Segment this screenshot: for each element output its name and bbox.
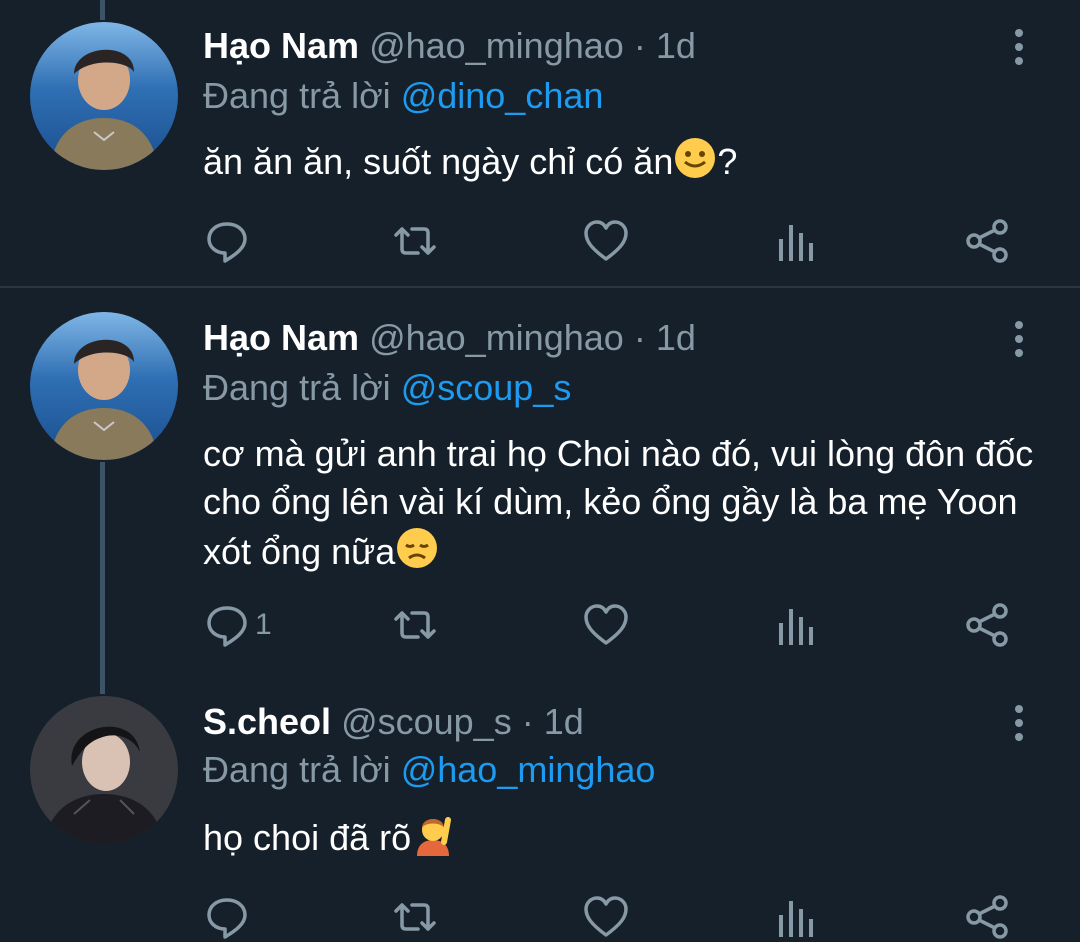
disappointed-face-icon [395,526,439,582]
user-handle[interactable]: @hao_minghao [369,317,624,358]
tweet-header: S.cheol @scoup_s · 1d [203,700,584,744]
like-button[interactable] [583,892,629,942]
avatar[interactable] [30,696,178,844]
analytics-button[interactable] [776,892,816,942]
slightly-smiling-face-icon [673,136,717,192]
tweet[interactable]: Hạo Nam @hao_minghao · 1d Đang trả lời @… [0,0,1080,288]
tweet-actions [0,216,1080,266]
share-button[interactable] [964,216,1010,266]
display-name[interactable]: Hạo Nam [203,317,359,358]
tweet-text-suffix: ? [717,141,738,182]
tweet[interactable]: S.cheol @scoup_s · 1d Đang trả lời @hao_… [0,692,1080,942]
timestamp[interactable]: 1d [656,317,696,358]
like-button[interactable] [583,216,629,266]
reply-button[interactable] [205,892,249,942]
retweet-icon [388,603,442,647]
analytics-icon [776,895,816,939]
tweet-text-body: họ choi đã rõ [203,817,412,858]
mention-link[interactable]: @dino_chan [401,75,604,116]
share-icon [964,895,1010,939]
timestamp[interactable]: 1d [544,701,584,742]
reply-button[interactable] [205,216,249,266]
retweet-button[interactable] [388,216,442,266]
like-button[interactable] [583,600,629,650]
tweet-actions [0,892,1080,942]
share-icon [964,219,1010,263]
tweet-text: ăn ăn ăn, suốt ngày chỉ có ăn? [203,136,1053,192]
tweet-text-body: ăn ăn ăn, suốt ngày chỉ có ăn [203,141,674,182]
share-button[interactable] [964,600,1010,650]
tweet-text: họ choi đã rõ [203,812,1053,868]
avatar[interactable] [30,22,178,170]
retweet-icon [388,219,442,263]
reply-icon [205,219,249,263]
analytics-button[interactable] [776,600,816,650]
more-options-icon[interactable] [1004,700,1034,746]
replying-to: Đang trả lời @hao_minghao [203,748,655,792]
replying-to-label: Đang trả lời [203,367,391,408]
reply-icon [205,895,249,939]
retweet-button[interactable] [388,600,442,650]
analytics-icon [776,219,816,263]
reply-count: 1 [255,608,272,641]
like-icon [583,895,629,939]
more-options-icon[interactable] [1004,316,1034,362]
user-handle[interactable]: @hao_minghao [369,25,624,66]
like-icon [583,603,629,647]
replying-to-label: Đang trả lời [203,749,391,790]
analytics-icon [776,603,816,647]
tweet-header: Hạo Nam @hao_minghao · 1d [203,24,696,68]
mention-link[interactable]: @hao_minghao [401,749,656,790]
separator-dot: · [633,317,646,358]
timestamp[interactable]: 1d [656,25,696,66]
share-icon [964,603,1010,647]
more-options-icon[interactable] [1004,24,1034,70]
reply-icon [205,603,249,647]
reply-button[interactable]: 1 [205,600,272,650]
replying-to: Đang trả lời @scoup_s [203,366,571,410]
person-raising-hand-icon [411,812,455,868]
tweet[interactable]: Hạo Nam @hao_minghao · 1d Đang trả lời @… [0,288,1080,692]
share-button[interactable] [964,892,1010,942]
retweet-icon [388,895,442,939]
tweet-actions: 1 [0,600,1080,650]
retweet-button[interactable] [388,892,442,942]
display-name[interactable]: Hạo Nam [203,25,359,66]
display-name[interactable]: S.cheol [203,701,331,742]
separator-dot: · [633,25,646,66]
mention-link[interactable]: @scoup_s [401,367,572,408]
like-icon [583,219,629,263]
separator-dot: · [521,701,534,742]
tweet-text-body: cơ mà gửi anh trai họ Choi nào đó, vui l… [203,433,1034,572]
analytics-button[interactable] [776,216,816,266]
replying-to: Đang trả lời @dino_chan [203,74,603,118]
user-handle[interactable]: @scoup_s [341,701,512,742]
tweet-text: cơ mà gửi anh trai họ Choi nào đó, vui l… [203,430,1053,582]
replying-to-label: Đang trả lời [203,75,391,116]
tweet-header: Hạo Nam @hao_minghao · 1d [203,316,696,360]
avatar[interactable] [30,312,178,460]
